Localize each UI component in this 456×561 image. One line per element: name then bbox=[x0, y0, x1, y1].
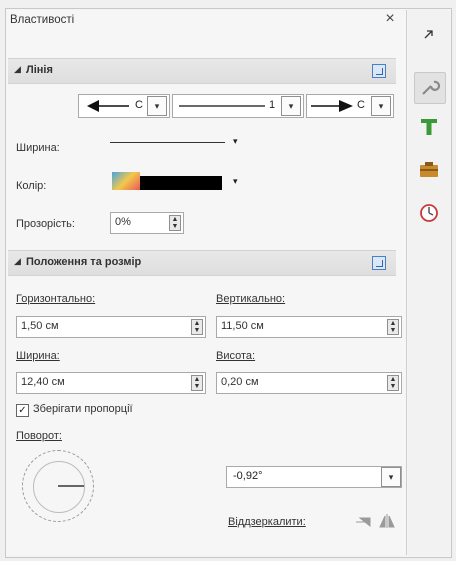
collapse-triangle-icon: ◢ bbox=[14, 64, 21, 74]
position-section-header[interactable]: ◢ Положення та розмір bbox=[8, 250, 396, 276]
rotation-dial[interactable] bbox=[22, 450, 94, 522]
line-color-label: Колір: bbox=[16, 180, 47, 192]
start-arrow-style-dropdown[interactable]: С ▾ bbox=[78, 94, 170, 118]
keep-ratio-label: Зберігати пропорції bbox=[33, 403, 133, 415]
line-section-header[interactable]: ◢ Лінія bbox=[8, 58, 396, 84]
spin-arrows-icon[interactable]: ▲ ▼ bbox=[191, 375, 203, 391]
chevron-down-icon[interactable]: ▾ bbox=[233, 136, 238, 147]
collapse-triangle-icon: ◢ bbox=[14, 256, 21, 266]
end-arrow-value: С bbox=[357, 99, 365, 111]
rotation-value: -0,92° bbox=[233, 470, 263, 482]
height-label: Висота: bbox=[216, 350, 256, 362]
line-width-preview[interactable] bbox=[110, 142, 225, 143]
panel-title: Властивості bbox=[10, 14, 75, 26]
flip-label: Віддзеркалити: bbox=[228, 516, 306, 528]
left-arrowhead-icon bbox=[87, 100, 129, 112]
spin-arrows-icon[interactable]: ▲ ▼ bbox=[191, 319, 203, 335]
height-spinbox[interactable]: 0,20 см ▲ ▼ bbox=[216, 372, 402, 394]
line-style-value: 1 bbox=[269, 99, 276, 111]
collapse-arrow-icon bbox=[424, 30, 433, 39]
vertical-value: 11,50 см bbox=[221, 320, 264, 332]
right-arrowhead-icon bbox=[311, 100, 353, 112]
line-style-dropdown[interactable]: 1 ▾ bbox=[172, 94, 304, 118]
horizontal-position-spinbox[interactable]: 1,50 см ▲ ▼ bbox=[16, 316, 206, 338]
width-value: 12,40 см bbox=[21, 376, 65, 388]
chevron-down-icon[interactable]: ▾ bbox=[381, 467, 401, 487]
spin-arrows-icon[interactable]: ▲ ▼ bbox=[387, 319, 399, 335]
flip-horizontal-button[interactable] bbox=[378, 512, 396, 530]
horizontal-label: Горизонтально: bbox=[16, 293, 96, 305]
sidebar-tab-navigator[interactable] bbox=[414, 198, 444, 228]
position-section-title: Положення та розмір bbox=[26, 256, 142, 268]
text-t-icon bbox=[421, 119, 437, 135]
rotation-combobox[interactable]: -0,92° ▾ bbox=[226, 466, 402, 488]
rotation-label: Поворот: bbox=[16, 430, 62, 442]
end-arrow-style-dropdown[interactable]: С ▾ bbox=[306, 94, 394, 118]
flip-horizontal-icon bbox=[379, 514, 395, 528]
line-sample-icon bbox=[179, 105, 265, 107]
horizontal-value: 1,50 см bbox=[21, 320, 59, 332]
chevron-down-icon[interactable]: ▾ bbox=[371, 96, 391, 116]
vertical-position-spinbox[interactable]: 11,50 см ▲ ▼ bbox=[216, 316, 402, 338]
chevron-down-icon[interactable]: ▾ bbox=[281, 96, 301, 116]
rotation-dial-hand bbox=[58, 485, 84, 487]
height-value: 0,20 см bbox=[221, 376, 259, 388]
transparency-value: 0% bbox=[115, 216, 131, 228]
vertical-label: Вертикально: bbox=[216, 293, 286, 305]
spin-arrows-icon[interactable]: ▲ ▼ bbox=[169, 215, 181, 231]
line-width-label: Ширина: bbox=[16, 142, 60, 154]
sidebar-tab-properties[interactable] bbox=[414, 72, 446, 104]
wrench-icon bbox=[422, 80, 441, 95]
line-section-title: Лінія bbox=[26, 64, 53, 76]
more-options-icon[interactable] bbox=[372, 256, 386, 270]
sidebar-tab-styles[interactable] bbox=[414, 112, 444, 142]
width-spinbox[interactable]: 12,40 см ▲ ▼ bbox=[16, 372, 206, 394]
transparency-label: Прозорість: bbox=[16, 218, 75, 230]
navigator-icon bbox=[420, 204, 438, 222]
more-options-icon[interactable] bbox=[372, 64, 386, 78]
width-label: Ширина: bbox=[16, 350, 60, 362]
flip-vertical-icon bbox=[356, 517, 371, 528]
transparency-spinbox[interactable]: 0% ▲ ▼ bbox=[110, 212, 184, 234]
gallery-icon bbox=[420, 162, 438, 177]
sidebar-menu-button[interactable] bbox=[414, 20, 444, 50]
line-color-swatch[interactable] bbox=[140, 176, 222, 190]
keep-ratio-checkbox[interactable]: ✓ bbox=[16, 404, 29, 417]
close-icon[interactable]: × bbox=[382, 10, 398, 28]
spin-arrows-icon[interactable]: ▲ ▼ bbox=[387, 375, 399, 391]
flip-vertical-button[interactable] bbox=[354, 512, 372, 530]
chevron-down-icon[interactable]: ▾ bbox=[233, 176, 238, 187]
sidebar-tab-gallery[interactable] bbox=[414, 155, 444, 185]
color-palette-icon[interactable] bbox=[112, 172, 140, 190]
chevron-down-icon[interactable]: ▾ bbox=[147, 96, 167, 116]
start-arrow-value: С bbox=[135, 99, 143, 111]
